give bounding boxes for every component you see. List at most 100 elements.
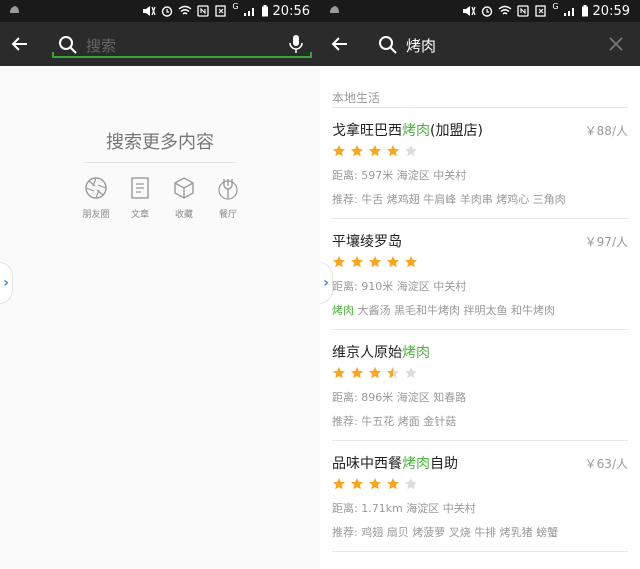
document-icon — [131, 177, 149, 199]
recommendation-text: 推荐: — [332, 415, 362, 428]
keyword-highlight: 烤肉 — [402, 345, 430, 361]
chevron-right-icon: › — [323, 275, 329, 291]
nfc-icon — [516, 5, 530, 17]
search-more-title: 搜索更多内容 — [106, 132, 214, 153]
recommendation-text: 推荐: — [332, 193, 362, 206]
close-icon[interactable] — [608, 36, 624, 52]
chevron-right-icon: › — [3, 275, 9, 291]
category-label: 收藏 — [174, 210, 193, 220]
star-icon — [387, 367, 399, 379]
recommendation-text: 鸡翅 扇贝 烤菠萝 叉烧 牛排 烤乳猪 螃蟹 — [361, 526, 559, 539]
alarm-icon — [160, 5, 174, 17]
status-time: 20:56 — [272, 3, 310, 19]
star-icon — [369, 256, 381, 268]
star-icon — [369, 367, 381, 379]
result-name: 维京人原始烤肉 — [332, 342, 430, 362]
star-rating — [332, 366, 418, 380]
result-name-text: 自助 — [430, 456, 458, 472]
result-item[interactable]: 品味中西餐烤肉自助 ￥63/人距离: 1.71km 海淀区 中关村推荐: 鸡翅 扇… — [332, 441, 628, 552]
divider — [84, 162, 236, 163]
star-icon — [351, 367, 363, 379]
result-distance: 距离: 910米 海淀区 中关村 — [332, 280, 467, 293]
result-recommendations: 推荐: 牛五花 烤面 金针菇 — [332, 413, 456, 429]
result-name: 品味中西餐烤肉自助 — [332, 453, 458, 473]
search-home-screen: G 20:56 搜索 搜索更多内容 朋友圈 文章 收藏 餐厅 › — [0, 0, 320, 569]
star-icon — [405, 145, 417, 157]
category-label: 餐厅 — [218, 210, 237, 220]
result-distance: 距离: 896米 海淀区 知春路 — [332, 391, 467, 404]
result-distance: 距离: 597米 海淀区 中关村 — [332, 169, 467, 182]
notification-icon — [330, 6, 339, 13]
star-icon — [333, 367, 345, 379]
aperture-icon — [85, 177, 107, 199]
search-categories: 朋友圈 文章 收藏 餐厅 — [80, 176, 244, 220]
arrow-left-icon — [331, 37, 347, 51]
recommendation-text: 牛舌 烤鸡翅 牛肩峰 羊肉串 烤鸡心 三角肉 — [361, 193, 566, 206]
star-rating — [332, 144, 418, 158]
search-icon — [379, 36, 397, 54]
drawer-handle[interactable]: › — [0, 262, 13, 304]
star-rating — [332, 477, 418, 491]
category-restaurants[interactable]: 餐厅 — [212, 176, 244, 220]
mute-icon — [462, 5, 476, 17]
category-moments[interactable]: 朋友圈 — [80, 176, 112, 220]
search-toolbar: 烤肉 — [320, 22, 640, 66]
star-icon — [405, 478, 417, 490]
microphone-icon[interactable] — [288, 34, 304, 54]
utensils-icon — [218, 179, 238, 200]
alarm-icon — [480, 5, 494, 17]
star-icon — [405, 367, 417, 379]
notification-icon — [10, 6, 19, 13]
result-name: 平壤绫罗岛 — [332, 231, 402, 251]
status-time: 20:59 — [592, 3, 630, 19]
recommendation-text: 牛五花 烤面 金针菇 — [361, 415, 457, 428]
star-icon — [333, 478, 345, 490]
no-sim-icon — [214, 5, 228, 17]
result-item[interactable]: 平壤绫罗岛 ￥97/人 距离: 910米 海淀区 中关村 烤肉 大酱汤 黑毛和牛烤肉 … — [332, 219, 628, 330]
search-input[interactable]: 烤肉 — [406, 35, 436, 56]
search-field[interactable]: 搜索 — [52, 32, 312, 58]
no-sim-icon — [534, 5, 548, 17]
star-icon — [369, 478, 381, 490]
status-bar: G 20:59 — [320, 0, 640, 22]
keyword-highlight: 烤肉 — [402, 123, 430, 139]
result-name-text: 平壤绫罗岛 — [332, 234, 402, 250]
search-underline-ticks — [52, 52, 312, 58]
result-distance: 距离: 1.71km 海淀区 中关村 — [332, 502, 476, 515]
star-icon — [387, 145, 399, 157]
category-favorites[interactable]: 收藏 — [168, 176, 200, 220]
star-icon — [369, 145, 381, 157]
section-title: 本地生活 — [332, 91, 381, 105]
result-price: ￥63/人 — [584, 457, 628, 471]
result-recommendations: 烤肉 大酱汤 黑毛和牛烤肉 拌明太鱼 和牛烤肉 — [332, 302, 555, 318]
result-name-text: 戈拿旺巴西 — [332, 123, 402, 139]
star-icon — [387, 256, 399, 268]
star-icon — [333, 256, 345, 268]
back-button[interactable] — [0, 22, 40, 66]
cube-icon — [174, 177, 194, 199]
back-button[interactable] — [320, 22, 360, 66]
battery-icon — [581, 5, 589, 17]
result-item[interactable]: 维京人原始烤肉距离: 896米 海淀区 知春路 推荐: 牛五花 烤面 金针菇 — [332, 330, 628, 441]
wifi-icon — [178, 5, 192, 17]
search-toolbar: 搜索 — [0, 22, 320, 66]
result-recommendations: 推荐: 牛舌 烤鸡翅 牛肩峰 羊肉串 烤鸡心 三角肉 — [332, 191, 566, 207]
mute-icon — [142, 5, 156, 17]
screenshot-comparison: G 20:56 搜索 搜索更多内容 朋友圈 文章 收藏 餐厅 › G 20:59… — [0, 0, 640, 569]
status-bar: G 20:56 — [0, 0, 320, 22]
result-price: ￥88/人 — [584, 124, 628, 138]
result-recommendations: 推荐: 鸡翅 扇贝 烤菠萝 叉烧 牛排 烤乳猪 螃蟹 — [332, 524, 558, 540]
network-type-label: G — [552, 2, 559, 11]
arrow-left-icon — [11, 37, 27, 51]
category-label: 朋友圈 — [82, 210, 110, 220]
result-name: 戈拿旺巴西烤肉(加盟店) — [332, 120, 483, 140]
star-icon — [405, 256, 417, 268]
battery-icon — [261, 5, 269, 17]
signal-icon — [243, 5, 257, 17]
search-field[interactable]: 烤肉 — [372, 32, 632, 58]
recommendation-text: 大酱汤 黑毛和牛烤肉 拌明太鱼 和牛烤肉 — [354, 304, 555, 317]
category-articles[interactable]: 文章 — [124, 176, 156, 220]
result-item[interactable]: 戈拿旺巴西烤肉(加盟店) ￥88/人 距离: 597米 海淀区 中关村 推荐: 牛舌 … — [332, 108, 628, 219]
category-label: 文章 — [130, 210, 149, 220]
network-type-label: G — [232, 2, 239, 11]
